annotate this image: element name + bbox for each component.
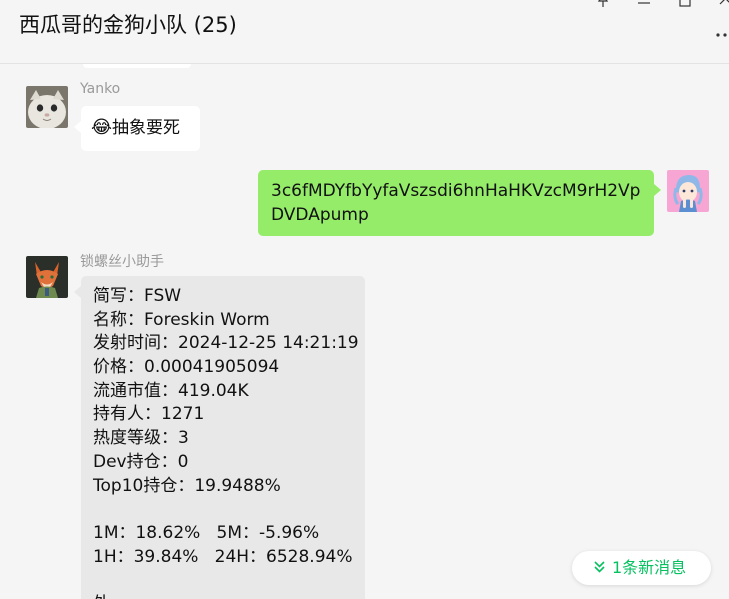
holders-count: 持有人：1271 <box>93 404 205 425</box>
message-text-line: 3c6fMDYfbYyfaVszsdi6hnHaHKVzcM9rH2Vp <box>271 181 641 201</box>
double-chevron-down-icon <box>594 561 605 573</box>
avatar-yanko[interactable] <box>26 86 68 128</box>
maximize-icon[interactable] <box>677 0 693 8</box>
previous-message-bubble <box>83 64 191 68</box>
more-icon[interactable] <box>715 24 729 44</box>
token-price: 价格：0.00041905094 <box>93 357 280 378</box>
bubble-tail <box>654 184 661 196</box>
new-message-label: 1条新消息 <box>612 558 687 577</box>
avatar-self[interactable] <box>667 170 709 212</box>
avatar-bot[interactable] <box>26 256 68 298</box>
close-icon[interactable] <box>718 0 729 8</box>
anime-girl-avatar-icon <box>667 170 709 212</box>
dev-holding: Dev持仓：0 <box>93 451 189 472</box>
bubble-tail <box>74 286 81 298</box>
heat-level: 热度等级：3 <box>93 428 189 449</box>
message-bubble[interactable]: 😂抽象要死 <box>81 106 200 151</box>
message-text: 抽象要死 <box>112 118 181 138</box>
change-1m-5m: 1M：18.62% 5M：-5.96% <box>93 522 320 543</box>
message-text-line: DVDApump <box>271 204 369 225</box>
launch-time: 发射时间：2024-12-25 14:21:19 <box>93 333 359 354</box>
chat-header: 西瓜哥的金狗小队 (25) <box>0 0 729 64</box>
white-cat-avatar-icon <box>26 86 68 128</box>
chat-title: 西瓜哥的金狗小队 (25) <box>19 13 237 37</box>
pin-icon[interactable] <box>595 0 611 8</box>
bubble-tail <box>74 121 81 133</box>
token-abbreviation: 简写：FSW <box>93 286 182 306</box>
fox-avatar-icon <box>26 256 68 298</box>
cut-off-line: 外 <box>93 593 365 599</box>
minimize-icon[interactable] <box>636 0 652 8</box>
message-bubble-bot[interactable]: 简写：FSW 名称：Foreskin Worm 发射时间：2024-12-25 … <box>81 276 365 599</box>
sender-name: Yanko <box>80 81 121 97</box>
new-message-button[interactable]: 1条新消息 <box>572 551 711 585</box>
laughing-emoji-icon: 😂 <box>91 117 113 138</box>
message-list[interactable]: Yanko 😂抽象要死 3c6fMDYfbYyfaVszsdi6hnHaHKVz… <box>0 64 729 599</box>
message-bubble-self[interactable]: 3c6fMDYfbYyfaVszsdi6hnHaHKVzcM9rH2Vp DVD… <box>258 170 654 236</box>
token-name: 名称：Foreskin Worm <box>93 309 270 330</box>
market-cap: 流通市值：419.04K <box>93 380 249 401</box>
change-1h-24h: 1H：39.84% 24H：6528.94% <box>93 546 353 567</box>
top10-holding: Top10持仓：19.9488% <box>93 475 281 496</box>
sender-name: 锁螺丝小助手 <box>80 254 164 270</box>
